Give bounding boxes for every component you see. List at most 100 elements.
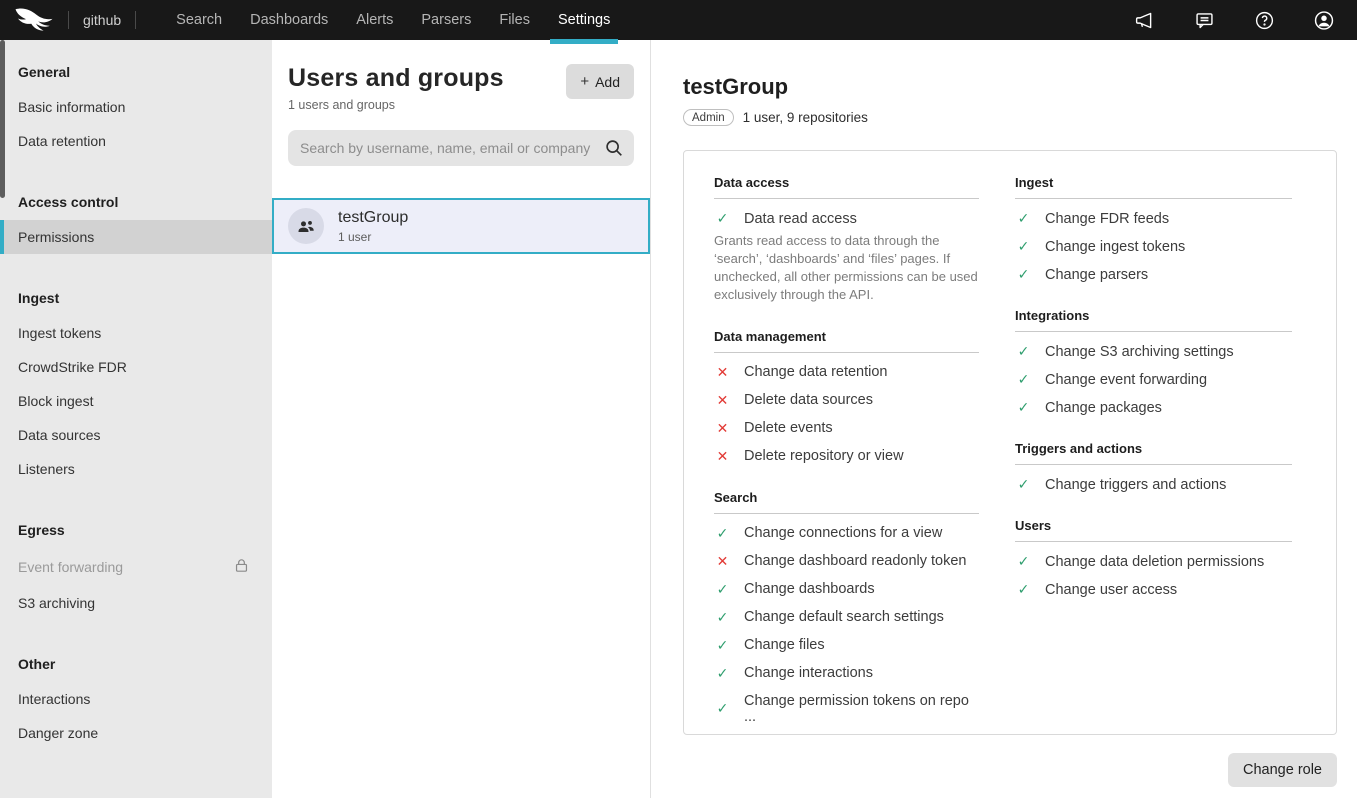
- permission-note: Grants read access to data through the ‘…: [714, 232, 979, 304]
- topbar-divider: [68, 11, 69, 29]
- permission-label: Change permission tokens on repo ...: [744, 693, 979, 725]
- tab-alerts[interactable]: Alerts: [342, 0, 407, 40]
- permission-item: ✓Change event forwarding: [1015, 371, 1292, 388]
- group-list: testGroup1 user: [272, 198, 650, 254]
- repo-name[interactable]: github: [83, 12, 121, 28]
- account-icon[interactable]: [1313, 9, 1335, 31]
- permission-label: Change dashboard readonly token: [744, 553, 967, 569]
- sidebar-item-label: Interactions: [18, 691, 90, 707]
- add-button[interactable]: + Add: [566, 64, 634, 99]
- permission-item: ✕Change data retention: [714, 364, 979, 381]
- topbar: github SearchDashboardsAlertsParsersFile…: [0, 0, 1357, 40]
- search-input[interactable]: [288, 130, 634, 166]
- permission-item: ✓Change triggers and actions: [1015, 476, 1292, 493]
- permission-label: Change user access: [1045, 582, 1177, 598]
- permission-label: Change S3 archiving settings: [1045, 344, 1234, 360]
- sidebar-item-label: Basic information: [18, 99, 125, 115]
- sidebar-item-label: CrowdStrike FDR: [18, 359, 127, 375]
- sidebar-section-access-control: Access controlPermissions: [0, 184, 272, 280]
- feedback-icon[interactable]: [1193, 9, 1215, 31]
- permission-item: ✓Change S3 archiving settings: [1015, 343, 1292, 360]
- permission-label: Data read access: [744, 211, 857, 227]
- tab-search[interactable]: Search: [162, 0, 236, 40]
- permission-label: Change FDR feeds: [1045, 211, 1169, 227]
- permission-section-triggers-and-actions: Triggers and actions✓Change triggers and…: [1015, 441, 1292, 493]
- tab-dashboards[interactable]: Dashboards: [236, 0, 342, 40]
- permission-label: Change connections for a view: [744, 525, 942, 541]
- sidebar-section-general: General Basic information Data retention: [0, 54, 272, 184]
- permission-label: Change data retention: [744, 364, 888, 380]
- sidebar-item-crowdstrike-fdr[interactable]: CrowdStrike FDR: [0, 350, 272, 384]
- permission-item: ✕Delete repository or view: [714, 448, 979, 465]
- permission-section-title: Search: [714, 490, 979, 514]
- group-item-text: testGroup1 user: [338, 209, 408, 244]
- check-icon: ✓: [714, 700, 731, 717]
- topbar-divider: [135, 11, 136, 29]
- cross-icon: ✕: [714, 392, 731, 409]
- sidebar-scrollbar[interactable]: [0, 40, 5, 198]
- permission-item: ✓Change ingest tokens: [1015, 238, 1292, 255]
- permission-item: ✓Change dashboards: [714, 581, 979, 598]
- sidebar-section-title: General: [0, 54, 272, 90]
- check-icon: ✓: [714, 665, 731, 682]
- permission-item: ✓Change interactions: [714, 665, 979, 682]
- sidebar-item-label: Data sources: [18, 427, 100, 443]
- check-icon: ✓: [1015, 399, 1032, 416]
- announcements-icon[interactable]: [1133, 9, 1155, 31]
- sidebar-item-permissions[interactable]: Permissions: [0, 220, 272, 254]
- cross-icon: ✕: [714, 420, 731, 437]
- cross-icon: ✕: [714, 553, 731, 570]
- permission-label: Change dashboards: [744, 581, 875, 597]
- permission-item: ✓Change data deletion permissions: [1015, 553, 1292, 570]
- group-avatar-icon: [288, 208, 324, 244]
- check-icon: ✓: [1015, 476, 1032, 493]
- sidebar-section-title: Access control: [0, 184, 272, 220]
- sidebar-item-data-sources[interactable]: Data sources: [0, 418, 272, 452]
- sidebar-item-block-ingest[interactable]: Block ingest: [0, 384, 272, 418]
- permission-label: Change files: [744, 637, 825, 653]
- permission-section-data-access: Data access✓Data read accessGrants read …: [714, 175, 979, 304]
- sidebar-item-event-forwarding[interactable]: Event forwarding: [0, 548, 272, 586]
- plus-icon: +: [580, 73, 589, 90]
- sidebar-section-title: Egress: [0, 512, 272, 548]
- tab-files[interactable]: Files: [485, 0, 544, 40]
- permission-label: Delete data sources: [744, 392, 873, 408]
- check-icon: ✓: [1015, 553, 1032, 570]
- sidebar-item-s3-archiving[interactable]: S3 archiving: [0, 586, 272, 620]
- topbar-actions: [1133, 9, 1357, 31]
- page-title: Users and groups: [288, 64, 504, 93]
- page-subtitle: 1 users and groups: [288, 98, 504, 112]
- sidebar-item-basic-information[interactable]: Basic information: [0, 90, 272, 124]
- sidebar-item-data-retention[interactable]: Data retention: [0, 124, 272, 158]
- change-role-button[interactable]: Change role: [1228, 753, 1337, 787]
- check-icon: ✓: [714, 210, 731, 227]
- topbar-nav: SearchDashboardsAlertsParsersFilesSettin…: [162, 0, 624, 40]
- group-list-item[interactable]: testGroup1 user: [272, 198, 650, 254]
- tab-settings[interactable]: Settings: [544, 0, 624, 40]
- permission-section-title: Integrations: [1015, 308, 1292, 332]
- permission-item: ✓Change connections for a view: [714, 525, 979, 542]
- sidebar-section-title: Ingest: [0, 280, 272, 316]
- group-user-count: 1 user: [338, 230, 408, 244]
- sidebar-item-interactions[interactable]: Interactions: [0, 682, 272, 716]
- crowdstrike-falcon-logo-icon[interactable]: [14, 6, 54, 34]
- check-icon: ✓: [714, 637, 731, 654]
- permissions-card: Data access✓Data read accessGrants read …: [683, 150, 1337, 735]
- permission-item: ✕ Change dashboard readonly token: [714, 553, 979, 570]
- sidebar-sections: General Basic information Data retention Ac…: [0, 54, 272, 776]
- sidebar-section-ingest: IngestIngest tokens CrowdStrike FDR Block …: [0, 280, 272, 512]
- perm-col-right: Ingest ✓ Change FDR feeds ✓Change ingest to…: [1015, 175, 1292, 710]
- sidebar-item-listeners[interactable]: Listeners: [0, 452, 272, 486]
- settings-sidebar: General Basic information Data retention Ac…: [0, 40, 272, 798]
- sidebar-section-egress: Egress Event forwarding S3 archiving: [0, 512, 272, 646]
- permission-section-data-management: Data management✕Change data retention✕De…: [714, 329, 979, 465]
- help-icon[interactable]: [1253, 9, 1275, 31]
- sidebar-item-danger-zone[interactable]: Danger zone: [0, 716, 272, 750]
- permission-section-title: Data management: [714, 329, 979, 353]
- cross-icon: ✕: [714, 448, 731, 465]
- tab-parsers[interactable]: Parsers: [407, 0, 485, 40]
- sidebar-item-label: Event forwarding: [18, 559, 123, 575]
- permission-section-title: Users: [1015, 518, 1292, 542]
- permission-section-title: Ingest: [1015, 175, 1292, 199]
- sidebar-item-ingest-tokens[interactable]: Ingest tokens: [0, 316, 272, 350]
